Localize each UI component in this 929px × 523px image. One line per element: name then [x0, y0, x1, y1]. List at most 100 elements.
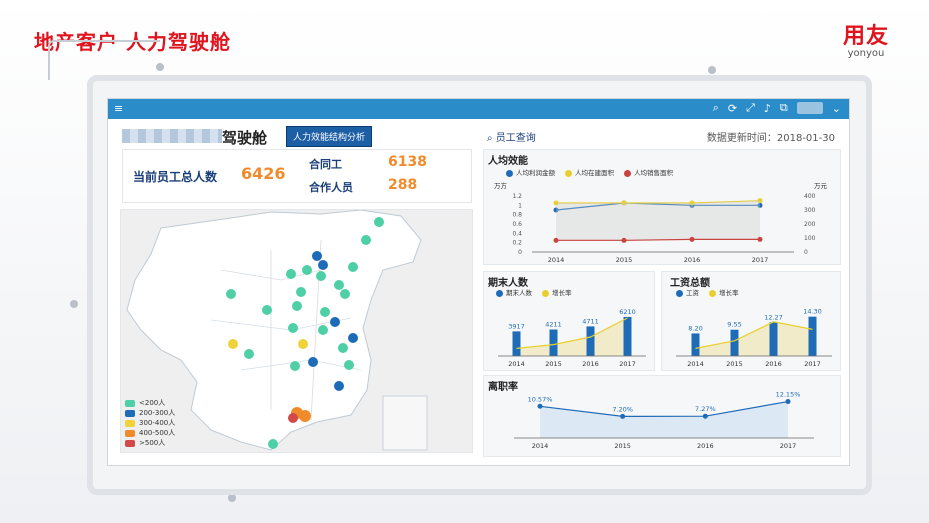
salary-card: 工资总额 工资 增长率 8.20 2014 9.55 2015 12.27 2016 14.…	[661, 271, 841, 371]
partner-value: 288	[388, 177, 418, 193]
y-axis-label-left: 万方	[494, 181, 508, 190]
data-point	[621, 237, 627, 243]
legend-swatch	[125, 399, 135, 407]
company-name-blurred	[122, 129, 222, 143]
bar	[586, 326, 595, 356]
decor-wire	[48, 40, 160, 80]
data-label: 7.27%	[695, 405, 716, 413]
total-value: 6426	[241, 164, 286, 183]
x-tick-label: 2014	[687, 360, 704, 368]
query-label: 员工查询	[495, 133, 536, 144]
y-tick-label-left: 0	[518, 249, 522, 256]
top-bar: ≡ ⌕ ⟳ ⤢ ♪ ⧉ ⌄	[108, 99, 849, 119]
x-tick-label: 2014	[532, 442, 549, 450]
efficiency-card: 人均效能 人均利润金额 人均在建面积 人均销售面积 万方 万元 1.2 1 0.8 0.6…	[483, 149, 841, 265]
contract-label: 合同工	[309, 158, 342, 171]
data-label: 10.57%	[528, 395, 553, 403]
y-tick-label-left: 1.2	[512, 193, 522, 200]
legend-label: >500人	[139, 439, 166, 447]
partner-label: 合作人员	[309, 181, 353, 194]
y-tick-label-left: 0.8	[512, 212, 522, 219]
data-point	[553, 237, 559, 243]
y-axis-label-right: 万元	[814, 182, 828, 190]
turnover-chart: 10.57% 2014 7.20% 2015 7.27% 2016 12.15% 2017	[514, 391, 814, 450]
y-tick-label-left: 0.4	[512, 230, 522, 237]
x-tick-label: 2017	[752, 256, 769, 264]
data-point	[702, 413, 708, 419]
bar-value-label: 6210	[619, 308, 636, 316]
south-sea-inset	[382, 395, 428, 451]
y-tick-label-left: 0.2	[512, 240, 522, 247]
legend-item: 300-400人	[125, 418, 175, 428]
legend-label: 200-300人	[139, 409, 176, 417]
dashboard-screen: ≡ ⌕ ⟳ ⤢ ♪ ⧉ ⌄ 驾驶舱 人力效能结构分析 当前员工总人数 6426 …	[107, 98, 850, 466]
toolbar-icons: ⌕ ⟳ ⤢ ♪ ⧉ ⌄	[713, 101, 841, 115]
bar-value-label: 14.30	[803, 308, 822, 316]
search-icon[interactable]: ⌕	[713, 101, 719, 115]
data-point	[620, 413, 626, 419]
contract-value: 6138	[388, 154, 427, 170]
left-panel: 驾驶舱 人力效能结构分析 当前员工总人数 6426 合同工 6138 合作人员 …	[118, 125, 475, 461]
x-tick-label: 2016	[697, 442, 714, 450]
bell-icon[interactable]: ♪	[764, 102, 771, 115]
right-panel: ⌕ 员工查询 数据更新时间：2018-01-30 人均效能 人均利润金额 人均在…	[483, 125, 843, 461]
x-tick-label: 2016	[765, 360, 782, 368]
expand-icon[interactable]: ⤢	[746, 101, 755, 115]
x-tick-label: 2014	[508, 360, 525, 368]
legend-swatch	[125, 409, 135, 417]
bar	[730, 329, 739, 356]
bar-value-label: 3917	[508, 322, 525, 330]
map-legend: <200人 200-300人 300-400人 400-500人 >500人	[125, 398, 175, 448]
turnover-card: 离职率 10.57% 2014 7.20% 2015 7.27% 2016 12.15% 20…	[483, 375, 841, 457]
legend-label: 400-500人	[139, 429, 176, 437]
refresh-icon[interactable]: ⟳	[728, 102, 737, 115]
data-point	[785, 399, 791, 405]
growth-area	[516, 318, 628, 356]
bar-value-label: 8.20	[688, 324, 702, 332]
export-icon[interactable]: ⧉	[780, 101, 788, 115]
salary-chart: 8.20 2014 9.55 2015 12.27 2016 14.30 2017	[676, 308, 832, 368]
decor-dot	[228, 494, 236, 502]
menu-icon[interactable]: ≡	[114, 102, 123, 115]
logo-en: yonyou	[847, 48, 885, 59]
bar	[769, 322, 778, 356]
chevron-down-icon[interactable]: ⌄	[832, 102, 841, 115]
legend-item: <200人	[125, 398, 175, 408]
legend-swatch	[125, 419, 135, 427]
analysis-button[interactable]: 人力效能结构分析	[286, 126, 373, 147]
efficiency-chart: 万方 万元 1.2 1 0.8 0.6 0.4 0.2 0 400 300 200 100 0 2014 20…	[494, 181, 828, 264]
china-map[interactable]: <200人 200-300人 300-400人 400-500人 >500人	[120, 209, 473, 453]
update-time: 数据更新时间：2018-01-30	[706, 133, 835, 144]
y-tick-label-right: 400	[804, 193, 816, 200]
legend-item: 400-500人	[125, 428, 175, 438]
legend-swatch	[125, 439, 135, 447]
legend-label: <200人	[139, 399, 166, 407]
x-tick-label: 2014	[548, 256, 565, 264]
bar	[623, 316, 632, 356]
bar	[691, 333, 700, 356]
decor-dot	[156, 63, 164, 71]
x-tick-label: 2015	[616, 256, 633, 264]
series-area	[540, 401, 788, 438]
y-tick-label-right: 300	[804, 207, 816, 214]
avatar[interactable]	[796, 102, 823, 114]
y-tick-label-left: 1	[518, 202, 522, 209]
x-tick-label: 2017	[780, 442, 797, 450]
x-tick-label: 2017	[619, 360, 636, 368]
decor-dot	[70, 300, 78, 308]
employee-query-link[interactable]: ⌕ 员工查询	[487, 129, 536, 144]
legend-swatch	[125, 429, 135, 437]
x-tick-label: 2016	[582, 360, 599, 368]
brand-logo: 用友 yonyou	[843, 18, 889, 59]
bar-value-label: 4711	[582, 317, 599, 325]
logo-cn: 用友	[842, 24, 889, 49]
cockpit-title: 驾驶舱	[222, 129, 268, 147]
data-label: 12.15%	[776, 391, 801, 399]
data-point	[689, 236, 695, 242]
headcount-chart: 3917 2014 4211 2015 4711 2016 6210 2017	[498, 308, 646, 368]
data-label: 7.20%	[612, 405, 633, 413]
x-tick-label: 2017	[804, 360, 821, 368]
slide: 地产客户 人力驾驶舱 用友 yonyou ≡ ⌕ ⟳ ⤢ ♪ ⧉ ⌄ 驾驶舱 人…	[0, 0, 929, 523]
bar	[808, 316, 817, 356]
y-tick-label-right: 100	[804, 235, 816, 242]
